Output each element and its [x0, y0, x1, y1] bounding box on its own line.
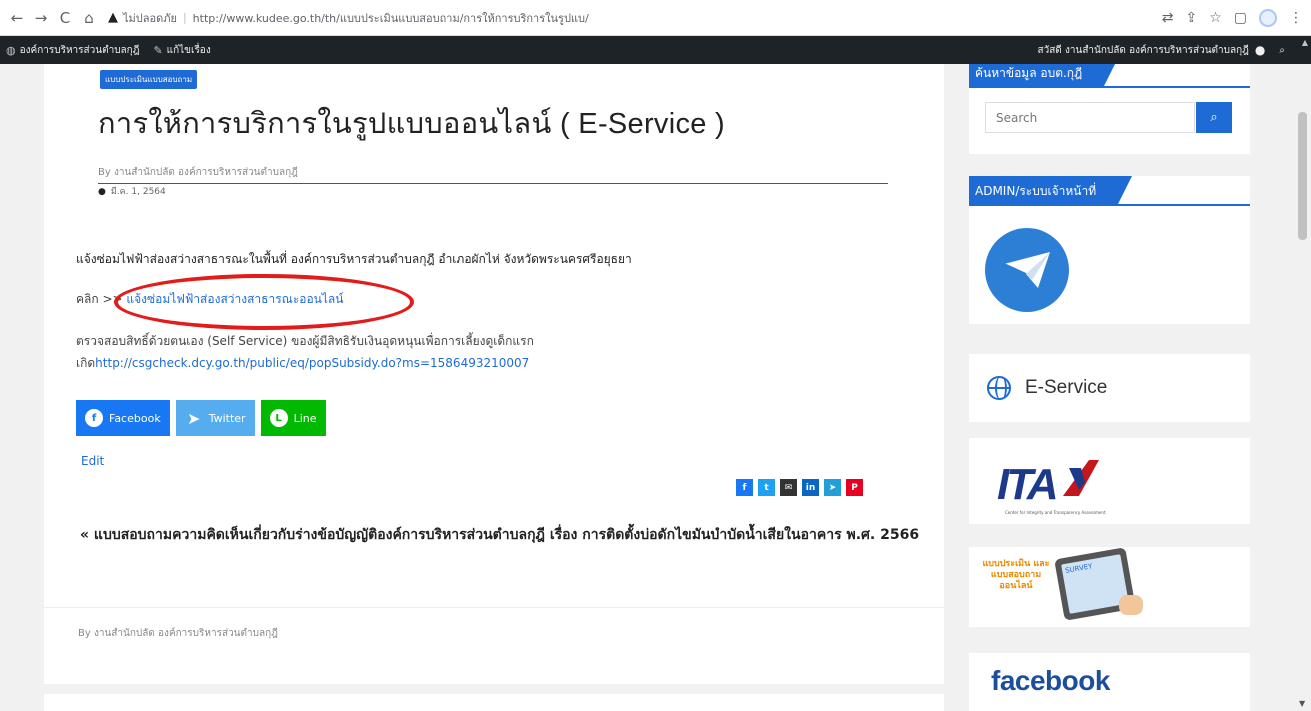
divider [44, 607, 944, 608]
admin-search-icon[interactable]: ⌕ [1279, 45, 1285, 56]
next-card [44, 694, 944, 711]
share-line-button[interactable]: L Line [260, 400, 326, 436]
previous-post-link[interactable]: « แบบสอบถามความคิดเห็นเกี่ยวกับร่างข้อบั… [80, 524, 930, 546]
eservice-banner[interactable]: E-Service [969, 354, 1250, 422]
bookmark-star-icon[interactable]: ☆ [1209, 10, 1222, 26]
eservice-label: E-Service [1025, 377, 1108, 398]
category-badge[interactable]: แบบประเมินแบบสอบถาม [100, 70, 198, 89]
telegram-icon[interactable]: ➤ [824, 479, 841, 496]
admin-edit-link[interactable]: ✎ แก้ไขเรื่อง [153, 43, 210, 58]
menu-icon[interactable]: ⋮ [1289, 10, 1303, 26]
admin-widget-header: ADMIN/ระบบเจ้าหน้าที่ [969, 176, 1250, 206]
article-card: แบบประเมินแบบสอบถาม การให้การบริการในรูป… [44, 64, 944, 684]
page-content: แบบประเมินแบบสอบถาม การให้การบริการในรูป… [0, 64, 1294, 711]
footer-byline: By งานสำนักปลัด องค์การบริหารส่วนตำบลกุฎ… [78, 628, 278, 639]
admin-site-name: องค์การบริหารส่วนตำบลกุฎี [19, 44, 140, 56]
self-service-text: ตรวจสอบสิทธิ์ด้วยตนเอง (Self Service) ขอ… [76, 334, 534, 348]
user-icon[interactable]: ● [1255, 43, 1265, 57]
linkedin-icon[interactable]: in [802, 479, 819, 496]
survey-label: แบบประเมิน และ แบบสอบถาม ออนไลน์ [982, 559, 1050, 591]
search-icon: ⌕ [1210, 110, 1218, 125]
email-icon[interactable]: ✉ [780, 479, 797, 496]
globe-icon [987, 376, 1011, 400]
share-facebook-button[interactable]: f Facebook [76, 400, 170, 436]
mail-icon[interactable] [985, 228, 1069, 312]
profile-avatar[interactable] [1259, 9, 1277, 27]
admin-bar: ◍ องค์การบริหารส่วนตำบลกุฎี ✎ แก้ไขเรื่อ… [0, 36, 1311, 64]
article-byline: By งานสำนักปลัด องค์การบริหารส่วนตำบลกุฎ… [98, 165, 888, 184]
csgcheck-link[interactable]: http://csgcheck.dcy.go.th/public/eq/popS… [95, 356, 529, 370]
share-line-label: Line [293, 411, 317, 425]
search-widget-header: ค้นหาข้อมูล อบต.กุฎี [969, 64, 1250, 88]
forward-icon[interactable]: → [30, 7, 52, 29]
translate-icon[interactable]: ⇄ [1162, 10, 1174, 26]
highlight-ellipse [114, 274, 414, 330]
warning-icon: ▲ [108, 10, 118, 25]
share-icon[interactable]: ⇪ [1185, 10, 1197, 26]
admin-site-link[interactable]: ◍ องค์การบริหารส่วนตำบลกุฎี [6, 43, 139, 58]
self-service-prefix: เกิด [76, 356, 96, 370]
share-twitter-button[interactable]: ➤ Twitter [175, 400, 255, 436]
reload-icon[interactable]: C [54, 7, 76, 29]
ita-subtitle: Center for Integrity and Transparency As… [1005, 510, 1106, 515]
search-button[interactable]: ⌕ [1196, 102, 1232, 133]
pinterest-icon[interactable]: P [846, 479, 863, 496]
scroll-down-arrow[interactable]: ▼ [1299, 699, 1305, 708]
pencil-icon: ✎ [153, 43, 163, 57]
url-text[interactable]: http://www.kudee.go.th/th/แบบประเมินแบบส… [193, 9, 589, 27]
ita-banner[interactable]: ITA Center for Integrity and Transparenc… [969, 438, 1250, 524]
twitter-icon: ➤ [186, 408, 201, 428]
twitter-icon[interactable]: t [758, 479, 775, 496]
admin-greeting[interactable]: สวัสดี งานสำนักปลัด องค์การบริหารส่วนตำบ… [1037, 43, 1248, 58]
admin-edit-label: แก้ไขเรื่อง [166, 44, 211, 56]
address-bar[interactable]: ▲ ไม่ปลอดภัย | http://www.kudee.go.th/th… [108, 9, 589, 27]
article-date: ● มี.ค. 1, 2564 [98, 184, 166, 198]
facebook-logo: facebook [991, 665, 1110, 696]
facebook-banner[interactable]: facebook [969, 653, 1250, 711]
page-title: การให้การบริการในรูปแบบออนไลน์ ( E-Servi… [98, 108, 726, 140]
scrollbar-thumb[interactable] [1298, 112, 1307, 240]
clock-icon: ● [98, 187, 106, 197]
security-label: ไม่ปลอดภัย [123, 11, 177, 25]
admin-widget: ADMIN/ระบบเจ้าหน้าที่ [969, 176, 1250, 324]
facebook-icon: f [85, 409, 103, 427]
ita-check-icon [1063, 460, 1099, 496]
home-icon[interactable]: ⌂ [78, 7, 100, 29]
edit-link[interactable]: Edit [81, 454, 104, 468]
share-facebook-label: Facebook [109, 411, 161, 425]
paragraph-self-service: ตรวจสอบสิทธิ์ด้วยตนเอง (Self Service) ขอ… [76, 330, 534, 374]
dashboard-icon: ◍ [6, 43, 16, 57]
ita-logo: ITA [997, 460, 1059, 509]
paragraph-repair-notice: แจ้งซ่อมไฟฟ้าส่องสว่างสาธารณะในพื้นที่ อ… [76, 252, 632, 266]
search-widget-title: ค้นหาข้อมูล อบต.กุฎี [969, 64, 1119, 86]
facebook-icon[interactable]: f [736, 479, 753, 496]
admin-widget-title: ADMIN/ระบบเจ้าหน้าที่ [969, 176, 1133, 204]
scrollbar[interactable]: ▼ [1294, 64, 1311, 711]
browser-toolbar: ← → C ⌂ ▲ ไม่ปลอดภัย | http://www.kudee.… [0, 0, 1311, 36]
share-twitter-label: Twitter [208, 411, 246, 425]
search-widget: ค้นหาข้อมูล อบต.กุฎี Search ⌕ [969, 64, 1250, 154]
hand-image [1119, 595, 1143, 615]
small-share-icons: f t ✉ in ➤ P [736, 479, 863, 496]
back-icon[interactable]: ← [6, 7, 28, 29]
sidepanel-icon[interactable]: ▢ [1234, 10, 1247, 26]
search-input[interactable]: Search [985, 102, 1195, 133]
scroll-up-arrow[interactable]: ▲ [1302, 38, 1308, 47]
date-text: มี.ค. 1, 2564 [110, 187, 166, 197]
share-buttons: f Facebook ➤ Twitter L Line [76, 400, 326, 436]
survey-banner[interactable]: แบบประเมิน และ แบบสอบถาม ออนไลน์ SURVEY [969, 547, 1250, 627]
line-icon: L [269, 409, 288, 427]
